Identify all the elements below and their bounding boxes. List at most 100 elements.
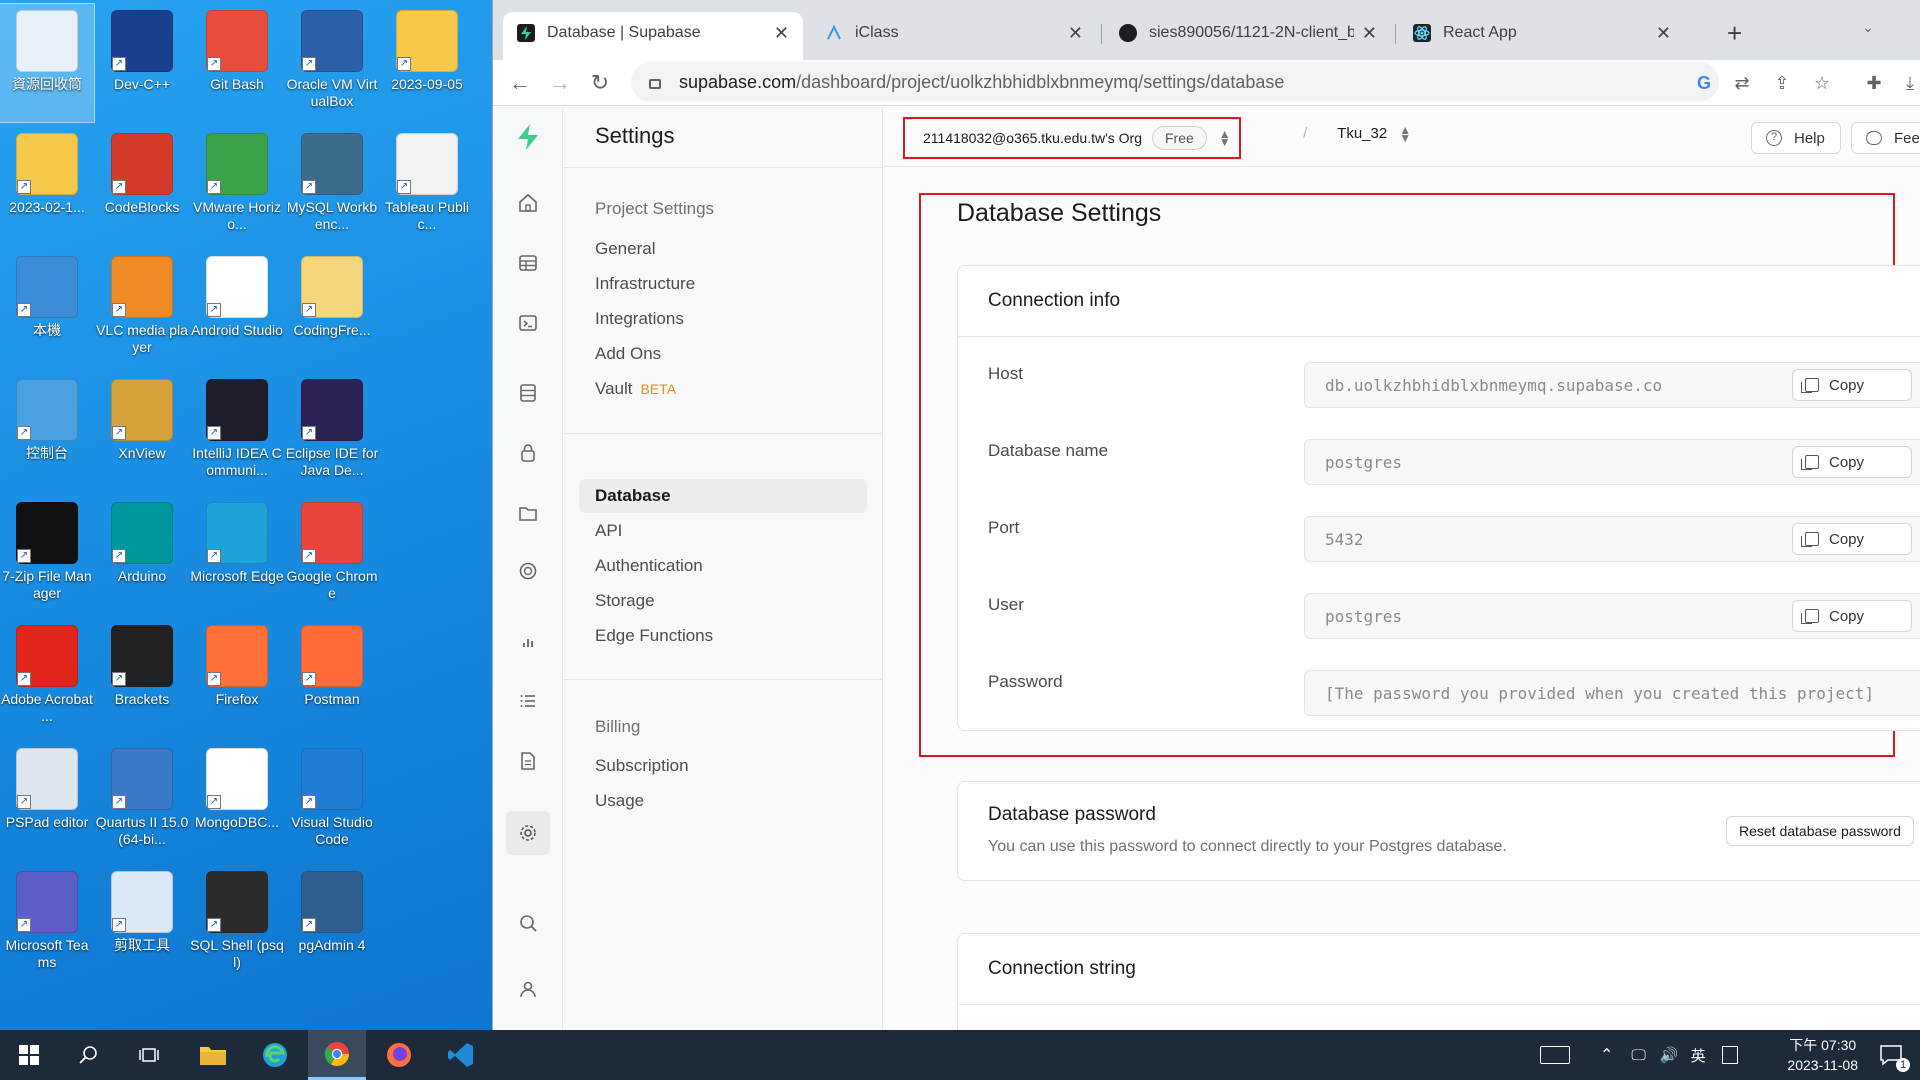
desktop-icon[interactable]: ↗ VMware Horizo...: [190, 127, 284, 245]
nav-item-storage[interactable]: Storage: [595, 584, 655, 618]
keyboard-icon[interactable]: [1540, 1046, 1570, 1064]
nav-item-edge-functions[interactable]: Edge Functions: [595, 619, 713, 653]
taskbar-file-explorer[interactable]: [184, 1030, 242, 1080]
password-field[interactable]: [The password you provided when you crea…: [1304, 670, 1920, 716]
desktop-icon[interactable]: ↗ XnView: [95, 373, 189, 491]
desktop-icon[interactable]: ↗ 2023-09-05: [380, 4, 474, 122]
org-selector[interactable]: 211418032@o365.tku.edu.tw's Org Free ▲ ▼: [903, 117, 1241, 159]
desktop-icon[interactable]: ↗ MongoDBC...: [190, 742, 284, 860]
desktop-icon[interactable]: ↗ Eclipse IDE for Java De...: [285, 373, 379, 491]
api-docs-icon[interactable]: [506, 739, 550, 783]
reports-chart-icon[interactable]: [506, 619, 550, 663]
desktop-icon[interactable]: ↗ MySQL Workbenc...: [285, 127, 379, 245]
search-icon[interactable]: [506, 901, 550, 945]
desktop-icon[interactable]: ↗ Visual Studio Code: [285, 742, 379, 860]
copy-user-button[interactable]: Copy: [1792, 600, 1912, 632]
nav-item-api[interactable]: API: [595, 514, 622, 548]
desktop-icon[interactable]: ↗ Postman: [285, 619, 379, 737]
nav-item-vault[interactable]: Vault BETA: [595, 372, 676, 406]
taskbar-vscode[interactable]: [432, 1030, 490, 1080]
desktop-icon[interactable]: ↗ CodingFre...: [285, 250, 379, 368]
nav-item-general[interactable]: General: [595, 232, 655, 266]
extensions-puzzle-icon[interactable]: ✚: [1861, 70, 1887, 96]
task-view-button[interactable]: [120, 1030, 178, 1080]
desktop-icon[interactable]: ↗ Microsoft Teams: [0, 865, 94, 983]
close-tab-icon[interactable]: ✕: [1362, 23, 1377, 44]
tab-iclass[interactable]: iClass ✕: [811, 12, 1097, 54]
nav-item-authentication[interactable]: Authentication: [595, 549, 703, 583]
taskbar-firefox[interactable]: [370, 1030, 428, 1080]
desktop-icon[interactable]: ↗ PSPad editor: [0, 742, 94, 860]
desktop-icon[interactable]: ↗ VLC media player: [95, 250, 189, 368]
tab-react-app[interactable]: React App ✕: [1399, 12, 1685, 54]
desktop-icon[interactable]: ↗ 剪取工具: [95, 865, 189, 983]
tab-search-chevron-icon[interactable]: ⌄: [1855, 14, 1881, 40]
feedback-button[interactable]: Feedback: [1851, 122, 1920, 154]
desktop-icon[interactable]: ↗ Google Chrome: [285, 496, 379, 614]
start-button[interactable]: [0, 1030, 58, 1080]
taskbar-edge[interactable]: [246, 1030, 304, 1080]
download-icon[interactable]: ⤓: [1897, 70, 1920, 96]
project-selector[interactable]: / Tku_32 ▲ ▼: [1303, 124, 1411, 144]
network-icon[interactable]: 🖵: [1631, 1047, 1645, 1064]
authentication-lock-icon[interactable]: [506, 431, 550, 475]
nav-item-infrastructure[interactable]: Infrastructure: [595, 267, 695, 301]
new-tab-button[interactable]: +: [1715, 12, 1761, 54]
table-editor-icon[interactable]: [506, 241, 550, 285]
storage-folder-icon[interactable]: [506, 491, 550, 535]
sql-editor-icon[interactable]: [506, 301, 550, 345]
desktop-icon[interactable]: ↗ 控制台: [0, 373, 94, 491]
ime-mode-icon[interactable]: [1721, 1046, 1738, 1064]
copy-port-button[interactable]: Copy: [1792, 523, 1912, 555]
notification-center-button[interactable]: 1: [1862, 1030, 1920, 1080]
close-tab-icon[interactable]: ✕: [1068, 23, 1083, 44]
nav-item-database[interactable]: Database: [579, 479, 867, 513]
desktop-icon[interactable]: ↗ Brackets: [95, 619, 189, 737]
home-icon[interactable]: [506, 181, 550, 225]
user-account-icon[interactable]: [506, 967, 550, 1011]
desktop-icon[interactable]: ↗ Firefox: [190, 619, 284, 737]
ime-indicator[interactable]: 英: [1691, 1045, 1706, 1066]
desktop-icon[interactable]: ↗ 2023-02-1...: [0, 127, 94, 245]
desktop-icon[interactable]: ↗ Oracle VM VirtualBox: [285, 4, 379, 122]
desktop-icon[interactable]: ↗ Tableau Public...: [380, 127, 474, 245]
reload-button[interactable]: ↻: [585, 68, 615, 98]
desktop-icon[interactable]: ↗ IntelliJ IDEA Communi...: [190, 373, 284, 491]
desktop-icon[interactable]: ↗ Microsoft Edge: [190, 496, 284, 614]
desktop-icon[interactable]: ↗ Arduino: [95, 496, 189, 614]
translate-icon[interactable]: ⇄: [1729, 70, 1755, 96]
volume-icon[interactable]: 🔊: [1660, 1046, 1679, 1064]
reset-database-password-button[interactable]: Reset database password: [1726, 816, 1914, 846]
copy-database-name-button[interactable]: Copy: [1792, 446, 1912, 478]
database-icon[interactable]: [506, 371, 550, 415]
desktop-icon[interactable]: ↗ SQL Shell (psql): [190, 865, 284, 983]
address-bar[interactable]: supabase.com/dashboard/project/uolkzhbhi…: [631, 62, 1719, 102]
settings-gear-icon[interactable]: [506, 811, 550, 855]
realtime-icon[interactable]: [506, 549, 550, 593]
taskbar-chrome[interactable]: [308, 1030, 366, 1080]
tab-github[interactable]: sies890056/1121-2N-client_blc ✕: [1105, 12, 1391, 54]
google-icon[interactable]: G: [1691, 70, 1717, 96]
nav-item-integrations[interactable]: Integrations: [595, 302, 684, 336]
chevron-up-icon[interactable]: ⌃: [1600, 1045, 1613, 1065]
logs-list-icon[interactable]: [506, 679, 550, 723]
desktop-icon[interactable]: ↗ 7-Zip File Manager: [0, 496, 94, 614]
tab-supabase[interactable]: Database | Supabase ✕: [503, 12, 803, 66]
back-button[interactable]: ←: [505, 68, 535, 98]
share-icon[interactable]: ⇪: [1769, 70, 1795, 96]
copy-host-button[interactable]: Copy: [1792, 369, 1912, 401]
desktop-icon[interactable]: ↗ Git Bash: [190, 4, 284, 122]
desktop-icon[interactable]: 資源回收筒: [0, 3, 95, 123]
supabase-logo-icon[interactable]: [506, 115, 550, 159]
nav-item-add-ons[interactable]: Add Ons: [595, 337, 661, 371]
clock[interactable]: 下午 07:30 2023-11-08: [1787, 1035, 1858, 1075]
bookmark-star-icon[interactable]: ☆: [1809, 70, 1835, 96]
nav-item-usage[interactable]: Usage: [595, 784, 644, 818]
desktop-icon[interactable]: ↗ Dev-C++: [95, 4, 189, 122]
help-button[interactable]: ? Help: [1751, 122, 1841, 154]
desktop-icon[interactable]: ↗ 本機: [0, 250, 94, 368]
desktop-icon[interactable]: ↗ pgAdmin 4: [285, 865, 379, 983]
nav-item-subscription[interactable]: Subscription: [595, 749, 689, 783]
taskbar-search-button[interactable]: [60, 1030, 118, 1080]
desktop-icon[interactable]: ↗ Android Studio: [190, 250, 284, 368]
